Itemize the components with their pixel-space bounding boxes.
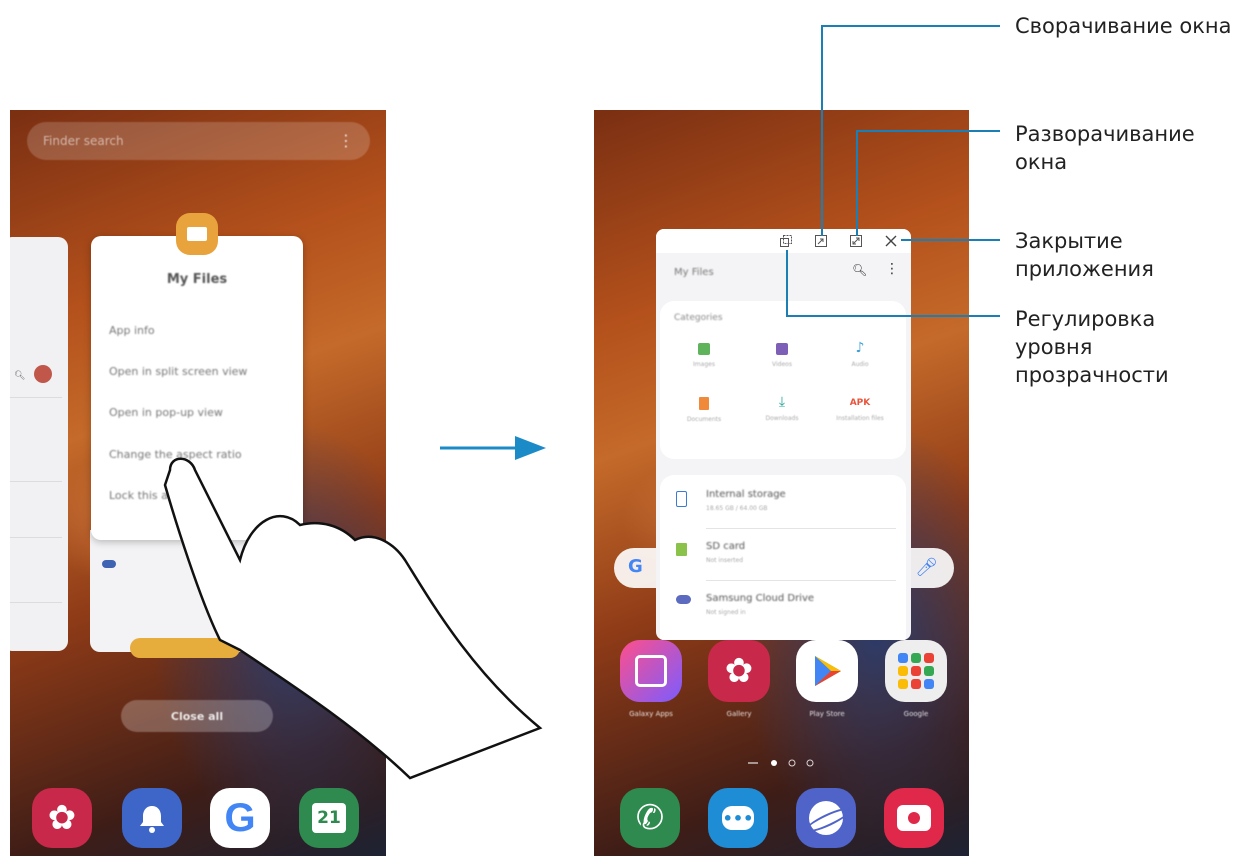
category-images[interactable]: Images — [674, 343, 734, 368]
image-icon — [698, 343, 710, 355]
google-g-icon: G — [628, 556, 643, 577]
menu-item-pop-up-view[interactable]: Open in pop-up view — [109, 406, 223, 419]
callout-opacity: Регулировка уровня прозрачности — [1015, 307, 1169, 387]
messages-icon[interactable]: ••• — [708, 788, 768, 848]
category-documents[interactable]: Documents — [674, 397, 734, 423]
callout-maximize: Разворачивание окна — [1015, 122, 1195, 174]
maximize-icon[interactable] — [848, 233, 864, 249]
storage-card: Internal storage 18.65 GB / 64.00 GB SD … — [660, 475, 906, 640]
menu-app-title: My Files — [166, 272, 228, 287]
finder-placeholder: Finder search — [43, 134, 124, 148]
sd-card-icon — [676, 543, 687, 556]
close-all-button[interactable]: Close all — [121, 700, 273, 732]
menu-item-split-screen[interactable]: Open in split screen view — [109, 365, 247, 378]
calendar-date: 21 — [312, 803, 346, 833]
calendar-icon[interactable]: 21 — [299, 788, 359, 848]
cloud-icon — [102, 560, 116, 568]
internet-icon[interactable] — [796, 788, 856, 848]
bell-icon[interactable] — [122, 788, 182, 848]
minimize-icon[interactable] — [813, 233, 829, 249]
play-store-icon[interactable] — [796, 640, 858, 702]
recent-app-card-myfiles[interactable] — [90, 530, 250, 658]
home-label-play-store: Play Store — [809, 710, 845, 718]
search-icon[interactable]: 🔍︎ — [852, 263, 867, 277]
pop-up-title-bar[interactable] — [656, 229, 911, 253]
cloud-icon — [676, 595, 691, 604]
search-icon: 🔍︎ — [14, 371, 26, 381]
callout-close: Закрытие приложения — [1015, 229, 1154, 281]
phone-icon[interactable]: ✆ — [620, 788, 680, 848]
categories-header: Categories — [674, 313, 723, 323]
document-icon — [699, 397, 709, 410]
page-indicator — [748, 759, 814, 767]
pop-up-window: My Files 🔍︎ ⋮ Categories Images Videos ♪… — [656, 229, 911, 640]
opacity-icon[interactable] — [778, 233, 794, 249]
close-icon[interactable] — [883, 233, 899, 249]
download-icon: ⤓ — [778, 394, 786, 410]
avatar — [34, 365, 52, 383]
mic-icon[interactable]: 🎤︎ — [915, 557, 938, 578]
menu-item-aspect-ratio[interactable]: Change the aspect ratio — [109, 448, 242, 461]
analyze-storage-button[interactable] — [130, 638, 240, 658]
category-downloads[interactable]: ⤓ Downloads — [752, 395, 812, 422]
gallery-icon[interactable]: ✿ — [708, 640, 770, 702]
finder-search-bar[interactable]: Finder search ⋮ — [27, 122, 370, 160]
home-screen: G 🎤︎ My Files 🔍︎ ⋮ Categories Images Vid… — [594, 110, 969, 856]
camera-icon[interactable] — [884, 788, 944, 848]
google-icon[interactable]: G — [210, 788, 270, 848]
home-label-galaxy-apps: Galaxy Apps — [629, 710, 673, 718]
storage-internal[interactable]: Internal storage 18.65 GB / 64.00 GB — [660, 477, 906, 529]
more-options-icon[interactable]: ⋮ — [338, 131, 354, 150]
my-files-app-icon — [176, 213, 218, 255]
callout-minimize: Сворачивание окна — [1015, 14, 1232, 38]
google-folder-icon[interactable] — [885, 640, 947, 702]
video-icon — [776, 343, 788, 355]
galaxy-apps-icon[interactable] — [620, 640, 682, 702]
storage-cloud[interactable]: Samsung Cloud Drive Not signed in — [660, 581, 906, 633]
apk-icon: APK — [849, 398, 871, 408]
audio-icon: ♪ — [855, 340, 865, 356]
categories-card: Categories Images Videos ♪ Audio Documen… — [660, 301, 906, 459]
category-videos[interactable]: Videos — [752, 343, 812, 368]
home-label-google: Google — [903, 710, 929, 718]
app-options-menu: My Files App info Open in split screen v… — [91, 236, 303, 540]
phone-storage-icon — [676, 491, 687, 507]
category-installation-files[interactable]: APK Installation files — [830, 397, 890, 422]
storage-sd-card[interactable]: SD card Not inserted — [660, 529, 906, 581]
category-audio[interactable]: ♪ Audio — [830, 341, 890, 368]
recent-app-card-previous[interactable]: 🔍︎ — [10, 237, 68, 651]
menu-item-lock-app[interactable]: Lock this app — [109, 489, 182, 502]
popup-app-title: My Files — [674, 267, 714, 278]
more-options-icon[interactable]: ⋮ — [885, 261, 899, 277]
home-label-gallery: Gallery — [726, 710, 752, 718]
menu-item-app-info[interactable]: App info — [109, 324, 155, 337]
gallery-icon[interactable]: ✿ — [32, 788, 92, 848]
recents-screen: Finder search ⋮ 🔍︎ My Files App info Ope… — [10, 110, 386, 856]
my-files-toolbar: My Files 🔍︎ ⋮ — [656, 253, 911, 295]
